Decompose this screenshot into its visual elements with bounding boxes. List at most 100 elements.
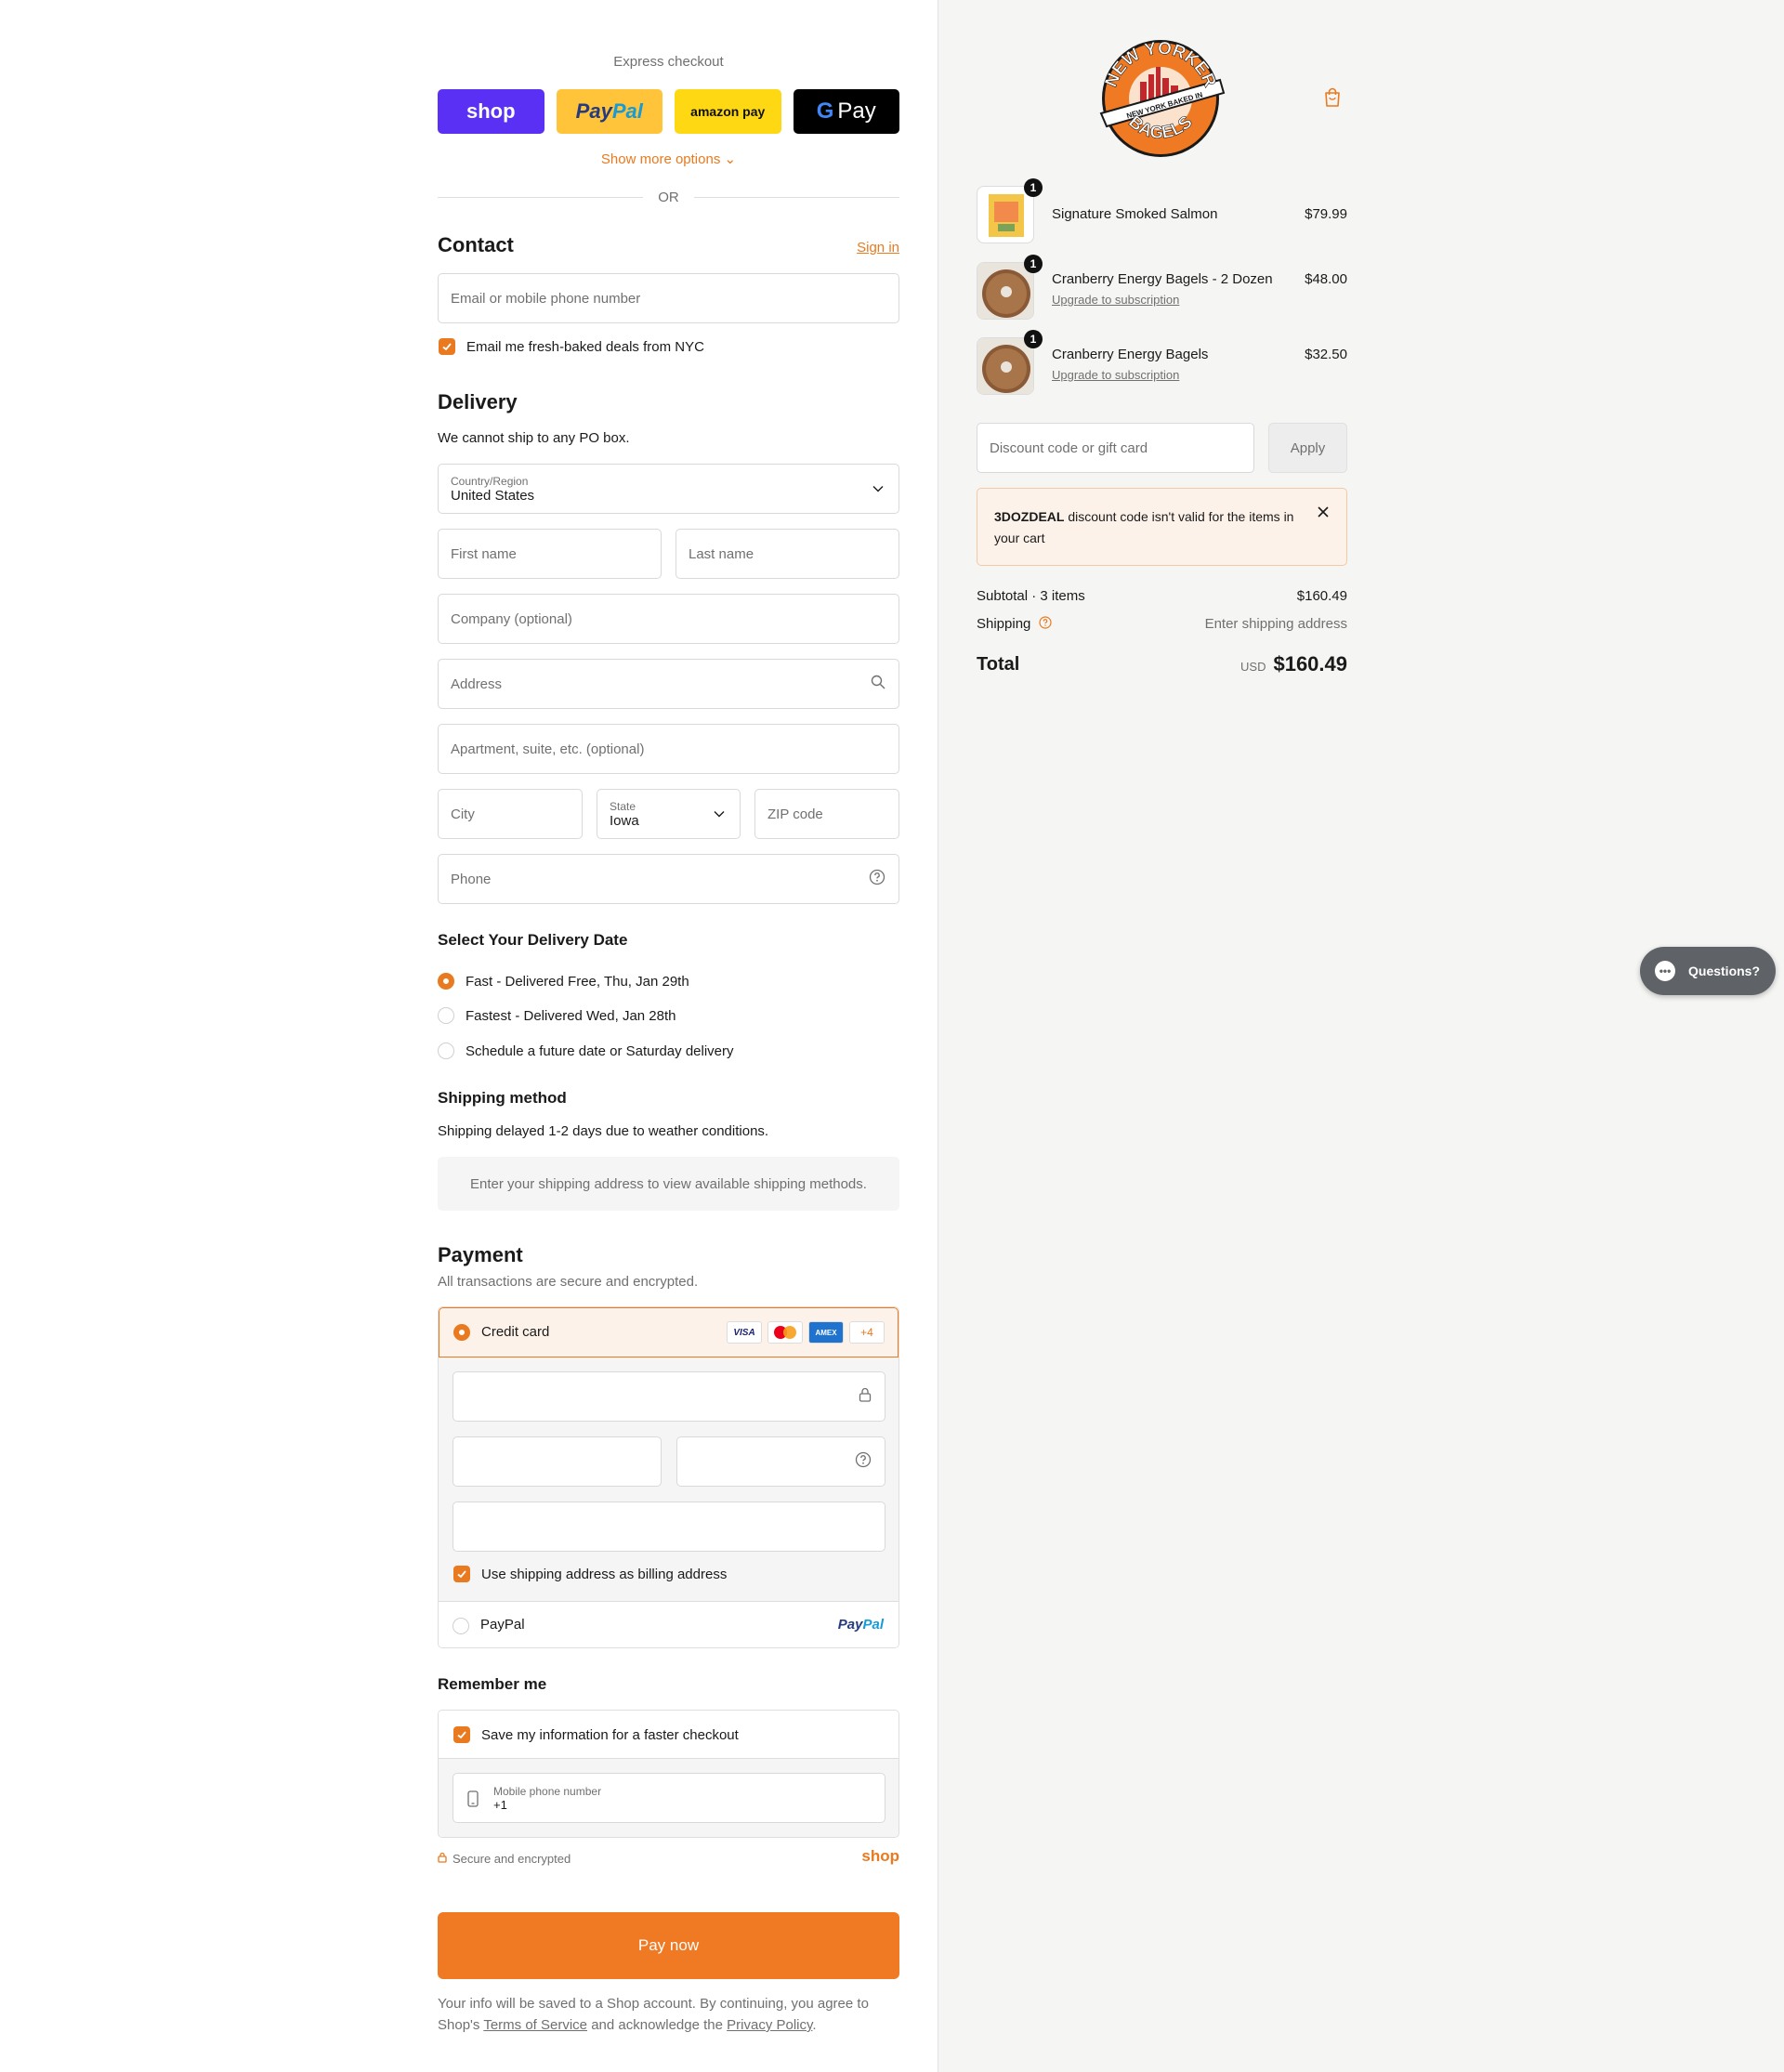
billing-same-label: Use shipping address as billing address xyxy=(481,1566,728,1582)
privacy-policy-link[interactable]: Privacy Policy xyxy=(727,2017,812,2033)
total-amount: USD $160.49 xyxy=(1240,652,1347,676)
subtotal-row: Subtotal · 3 items $160.49 xyxy=(977,588,1347,604)
delivery-option-fastest[interactable]: Fastest - Delivered Wed, Jan 28th xyxy=(438,1007,676,1024)
discount-error-notice: 3DOZDEAL discount code isn't valid for t… xyxy=(977,488,1347,566)
help-circle-icon[interactable] xyxy=(869,869,885,889)
discount-code: 3DOZDEAL xyxy=(994,509,1065,524)
shipping-delay-note: Shipping delayed 1-2 days due to weather… xyxy=(438,1123,769,1139)
more-brands-badge: +4 xyxy=(849,1321,885,1344)
checkout-form-panel: Express checkout shop Pay Pal amazon pay … xyxy=(0,0,938,2072)
shipping-label: Shipping xyxy=(977,616,1031,632)
delivery-heading: Delivery xyxy=(438,390,518,413)
google-pay-button[interactable]: G Pay xyxy=(793,89,899,134)
radio-selected-icon xyxy=(438,973,454,990)
delivery-option-fast[interactable]: Fast - Delivered Free, Thu, Jan 29th xyxy=(438,973,689,990)
mastercard-icon xyxy=(767,1321,803,1344)
quantity-badge: 1 xyxy=(1024,178,1043,197)
total-value: $160.49 xyxy=(1273,652,1347,675)
credit-card-option[interactable]: Credit card VISA AMEX +4 xyxy=(439,1307,899,1357)
show-more-options-link[interactable]: Show more options ⌄ xyxy=(438,151,899,167)
expiration-date-field[interactable] xyxy=(453,1436,662,1487)
save-info-row: Save my information for a faster checkou… xyxy=(439,1711,899,1759)
shopping-bag-icon[interactable] xyxy=(1323,87,1342,112)
mobile-phone-value: +1 xyxy=(493,1797,507,1812)
questions-chat-button[interactable]: ••• Questions? xyxy=(1640,947,1776,995)
legal-text-3: . xyxy=(812,2017,817,2033)
radio-unselected-icon xyxy=(438,1007,454,1024)
credit-card-form: Use shipping address as billing address xyxy=(439,1357,899,1601)
pay-now-button[interactable]: Pay now xyxy=(438,1912,899,1979)
discount-code-field[interactable]: Discount code or gift card xyxy=(977,423,1254,473)
paypal-option[interactable]: PayPal PayPal xyxy=(439,1601,899,1647)
total-label: Total xyxy=(977,654,1020,675)
security-code-field[interactable] xyxy=(676,1436,885,1487)
mobile-phone-section: Mobile phone number +1 xyxy=(439,1759,899,1837)
sign-in-link[interactable]: Sign in xyxy=(836,240,899,256)
product-thumbnail-salmon xyxy=(977,186,1034,243)
city-field[interactable]: City xyxy=(438,789,583,839)
name-on-card-field[interactable] xyxy=(453,1502,885,1552)
country-value: United States xyxy=(451,487,535,504)
paypal-logo-pal: Pal xyxy=(611,99,643,123)
product-thumbnail-bagels xyxy=(977,337,1034,395)
billing-same-checkbox[interactable]: Use shipping address as billing address xyxy=(453,1566,727,1582)
radio-selected-icon xyxy=(453,1324,470,1341)
country-select[interactable]: Country/Region United States xyxy=(438,464,899,514)
state-value: Iowa xyxy=(610,812,639,829)
mobile-phone-field[interactable]: Mobile phone number +1 xyxy=(453,1773,885,1823)
divider-line-left xyxy=(438,196,644,198)
new-yorker-bagels-logo[interactable]: NEW YORKER NEW YORK BAKED IN BAGELS xyxy=(1092,35,1229,162)
zip-field[interactable]: ZIP code xyxy=(754,789,899,839)
card-brands: VISA AMEX +4 xyxy=(727,1321,885,1344)
checkbox-checked-icon xyxy=(439,338,455,355)
payment-methods: Credit card VISA AMEX +4 Use shipping ad… xyxy=(438,1306,899,1648)
quantity-badge: 1 xyxy=(1024,255,1043,273)
contact-heading: Contact xyxy=(438,233,514,256)
shop-logo: shop xyxy=(861,1847,899,1865)
shipping-row: Shipping Enter shipping address xyxy=(977,616,1347,633)
email-field[interactable]: Email or mobile phone number xyxy=(438,273,899,323)
first-name-field[interactable]: First name xyxy=(438,529,662,579)
phone-placeholder: Phone xyxy=(451,871,492,887)
or-label: OR xyxy=(658,189,679,205)
state-label: State xyxy=(610,799,636,813)
upgrade-subscription-link[interactable]: Upgrade to subscription xyxy=(1052,368,1179,382)
help-circle-icon[interactable] xyxy=(855,1451,872,1472)
address-placeholder: Address xyxy=(451,675,503,692)
radio-unselected-icon xyxy=(453,1618,469,1634)
card-number-field[interactable] xyxy=(453,1371,885,1422)
save-info-checkbox[interactable]: Save my information for a faster checkou… xyxy=(453,1726,739,1743)
product-thumbnail-bagels-dozen xyxy=(977,262,1034,320)
company-field[interactable]: Company (optional) xyxy=(438,594,899,644)
shop-pay-button[interactable]: shop xyxy=(438,89,544,134)
paypal-logo: PayPal xyxy=(838,1617,884,1633)
email-optin-label: Email me fresh-baked deals from NYC xyxy=(466,338,704,355)
or-divider: OR xyxy=(438,188,899,206)
payment-heading: Payment xyxy=(438,1243,523,1266)
payment-subtitle: All transactions are secure and encrypte… xyxy=(438,1274,699,1290)
close-icon[interactable] xyxy=(1317,505,1330,523)
divider-line-right xyxy=(693,196,899,198)
amazon-pay-button[interactable]: amazon pay xyxy=(675,89,781,134)
address-field[interactable]: Address xyxy=(438,659,899,709)
delivery-option-schedule[interactable]: Schedule a future date or Saturday deliv… xyxy=(438,1043,734,1059)
remember-me-card: Save my information for a faster checkou… xyxy=(438,1710,899,1838)
help-circle-icon[interactable] xyxy=(1038,616,1052,633)
shipping-value: Enter shipping address xyxy=(1204,616,1347,632)
checkbox-checked-icon xyxy=(453,1726,470,1743)
last-name-field[interactable]: Last name xyxy=(676,529,899,579)
paypal-logo-pal: Pal xyxy=(862,1617,884,1633)
paypal-button[interactable]: Pay Pal xyxy=(556,89,662,134)
upgrade-subscription-link[interactable]: Upgrade to subscription xyxy=(1052,293,1179,307)
show-more-label: Show more options xyxy=(600,151,721,167)
email-optin-checkbox[interactable]: Email me fresh-baked deals from NYC xyxy=(439,338,704,355)
state-select[interactable]: State Iowa xyxy=(597,789,741,839)
terms-of-service-link[interactable]: Terms of Service xyxy=(483,2017,587,2033)
credit-card-label: Credit card xyxy=(481,1324,550,1340)
cart-item-name: Cranberry Energy Bagels xyxy=(1052,347,1209,362)
cart-item: 1 Cranberry Energy Bagels Upgrade to sub… xyxy=(977,330,1347,395)
phone-field[interactable]: Phone xyxy=(438,854,899,904)
apply-discount-button[interactable]: Apply xyxy=(1268,423,1347,473)
chevron-down-icon xyxy=(872,482,884,495)
apartment-field[interactable]: Apartment, suite, etc. (optional) xyxy=(438,724,899,774)
